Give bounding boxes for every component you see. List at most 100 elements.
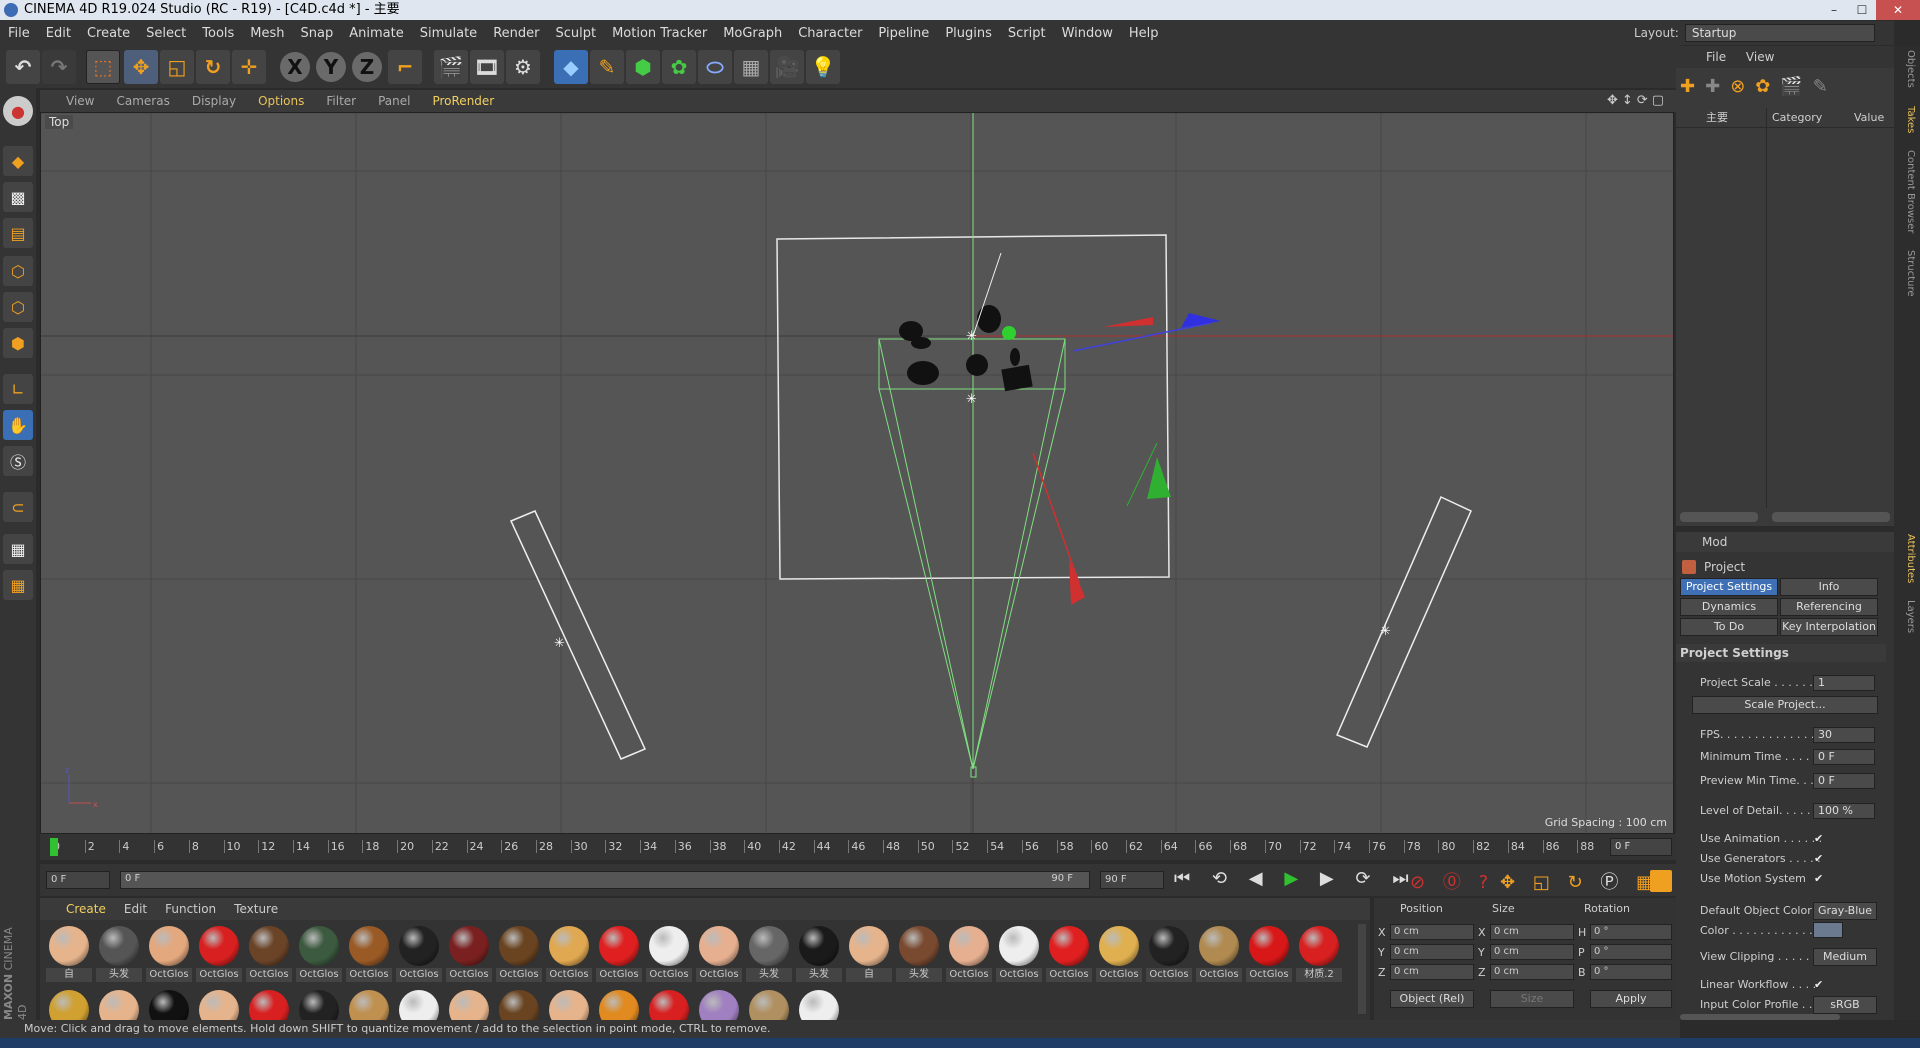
rot-h-field[interactable]: 0 ° [1590, 924, 1672, 940]
material-swatch[interactable] [246, 988, 292, 1020]
preview-min-field[interactable]: 0 F [1813, 773, 1875, 789]
obj-tool-2-icon[interactable]: ✚ [1705, 76, 1730, 97]
material-swatch[interactable] [96, 988, 142, 1020]
keyframe-help-icon[interactable]: ? [1479, 872, 1495, 893]
obj-hscroll-left[interactable] [1680, 512, 1758, 522]
menu-create[interactable]: Create [87, 26, 130, 41]
material-swatch[interactable]: OctGlos [646, 924, 692, 984]
menu-help[interactable]: Help [1129, 26, 1159, 41]
menu-plugins[interactable]: Plugins [945, 26, 992, 41]
tab-takes[interactable]: Takes [1898, 106, 1916, 133]
menu-select[interactable]: Select [146, 26, 186, 41]
vp-menu-options[interactable]: Options [258, 94, 304, 108]
material-swatch[interactable] [196, 988, 242, 1020]
y-axis-lock-icon[interactable]: Y [316, 52, 346, 82]
cloner-icon[interactable]: ✿ [662, 50, 696, 84]
minimize-button[interactable]: – [1820, 0, 1848, 20]
vp-menu-prorender[interactable]: ProRender [432, 94, 494, 108]
texture-mode-icon[interactable]: ▩ [3, 182, 33, 212]
material-swatch[interactable] [596, 988, 642, 1020]
end-frame-field[interactable]: 90 F [1100, 871, 1164, 889]
next-frame-icon[interactable]: ▶ [1320, 868, 1342, 889]
obj-root-name[interactable]: 主要 [1706, 108, 1728, 128]
key-param-icon[interactable]: Ⓟ [1600, 872, 1624, 893]
use-animation-checkbox[interactable]: ✔ [1814, 832, 1828, 846]
playback-controls[interactable]: ⏮ ⟲ ◀ ▶ ▶ ⟳ ⏭ [1174, 868, 1417, 889]
viewport-nav-controls[interactable]: ✥↕⟳▢ [1607, 93, 1668, 108]
subdivision-icon[interactable]: ⬢ [626, 50, 660, 84]
menu-edit[interactable]: Edit [46, 26, 71, 41]
pen-icon[interactable]: ✎ [590, 50, 624, 84]
next-key-icon[interactable]: ⟳ [1356, 868, 1379, 889]
workplane-lock-icon[interactable]: ▦ [3, 534, 33, 564]
material-scrollbar[interactable] [1358, 924, 1366, 1014]
menu-motion-tracker[interactable]: Motion Tracker [612, 26, 707, 41]
start-frame-field[interactable]: 0 F [46, 871, 110, 889]
material-swatch[interactable]: OctGlos [146, 924, 192, 984]
rotate-tool-icon[interactable]: ↻ [196, 50, 230, 84]
tab-objects[interactable]: Objects [1898, 50, 1916, 88]
light-icon[interactable]: 💡 [806, 50, 840, 84]
menu-script[interactable]: Script [1008, 26, 1046, 41]
vp-menu-view[interactable]: View [66, 94, 94, 108]
material-swatch[interactable] [146, 988, 192, 1020]
maximize-button[interactable]: ☐ [1848, 0, 1876, 20]
obj-hscroll-right[interactable] [1772, 512, 1890, 522]
view-clipping-dropdown[interactable]: Medium [1813, 948, 1877, 966]
input-profile-dropdown[interactable]: sRGB [1813, 996, 1877, 1014]
tab-content-browser[interactable]: Content Browser [1898, 150, 1916, 233]
auto-key-icon[interactable]: ⓪ [1443, 872, 1467, 893]
linear-workflow-checkbox[interactable]: ✔ [1814, 978, 1828, 992]
size-mode-dropdown[interactable]: Size [1490, 990, 1574, 1008]
points-mode-icon[interactable]: ⬡ [3, 256, 33, 286]
scale-project-button[interactable]: Scale Project... [1692, 696, 1878, 714]
size-x-field[interactable]: 0 cm [1490, 924, 1574, 940]
menu-simulate[interactable]: Simulate [420, 26, 477, 41]
pos-z-field[interactable]: 0 cm [1390, 964, 1474, 980]
material-swatch[interactable] [646, 988, 692, 1020]
workplane-icon[interactable]: ▤ [3, 218, 33, 248]
redo-icon[interactable]: ↷ [42, 50, 76, 84]
material-swatch[interactable] [46, 988, 92, 1020]
rot-b-field[interactable]: 0 ° [1590, 964, 1672, 980]
menu-render[interactable]: Render [493, 26, 539, 41]
range-slider[interactable]: 0 F 90 F [120, 871, 1090, 889]
obj-menu-file[interactable]: File [1706, 50, 1726, 64]
tab-attributes[interactable]: Attributes [1898, 534, 1916, 583]
use-generators-checkbox[interactable]: ✔ [1814, 852, 1828, 866]
camera-icon[interactable]: 🎥 [770, 50, 804, 84]
menu-mograph[interactable]: MoGraph [723, 26, 782, 41]
size-z-field[interactable]: 0 cm [1490, 964, 1574, 980]
z-axis-lock-icon[interactable]: Z [352, 52, 382, 82]
floor-icon[interactable]: ▦ [734, 50, 768, 84]
playhead[interactable] [50, 838, 58, 856]
tab-referencing[interactable]: Referencing [1780, 598, 1878, 616]
close-button[interactable]: ✕ [1876, 0, 1920, 20]
deformer-icon[interactable]: ⬭ [698, 50, 732, 84]
play-icon[interactable]: ▶ [1284, 868, 1306, 889]
tab-structure[interactable]: Structure [1898, 250, 1916, 297]
menu-window[interactable]: Window [1062, 26, 1113, 41]
coord-mode-dropdown[interactable]: Object (Rel) [1390, 990, 1474, 1008]
tab-info[interactable]: Info [1780, 578, 1878, 596]
prev-frame-icon[interactable]: ◀ [1249, 868, 1271, 889]
attr-hscroll[interactable] [1680, 1014, 1840, 1020]
attr-mode-menu[interactable]: Mod [1702, 535, 1727, 549]
material-swatch[interactable]: 自 [46, 924, 92, 984]
x-axis-lock-icon[interactable]: X [280, 52, 310, 82]
material-swatch[interactable]: OctGlos [1096, 924, 1142, 984]
obj-tool-tag-icon[interactable]: ⊗ [1730, 76, 1755, 97]
material-swatch[interactable]: OctGlos [396, 924, 442, 984]
tweak-mode-icon[interactable]: ✋ [3, 410, 33, 440]
go-start-icon[interactable]: ⏮ [1174, 868, 1198, 889]
tab-project-settings[interactable]: Project Settings [1680, 578, 1778, 596]
material-swatch[interactable]: 头发 [896, 924, 942, 984]
obj-tool-take-icon[interactable]: ✿ [1755, 76, 1780, 97]
project-scale-field[interactable]: 1 [1813, 675, 1875, 691]
material-swatch[interactable]: OctGlos [446, 924, 492, 984]
material-swatch[interactable] [746, 988, 792, 1020]
current-frame-field[interactable]: 0 F [1610, 838, 1672, 856]
material-swatch[interactable]: OctGlos [1146, 924, 1192, 984]
undo-icon[interactable]: ↶ [6, 50, 40, 84]
menu-animate[interactable]: Animate [349, 26, 403, 41]
